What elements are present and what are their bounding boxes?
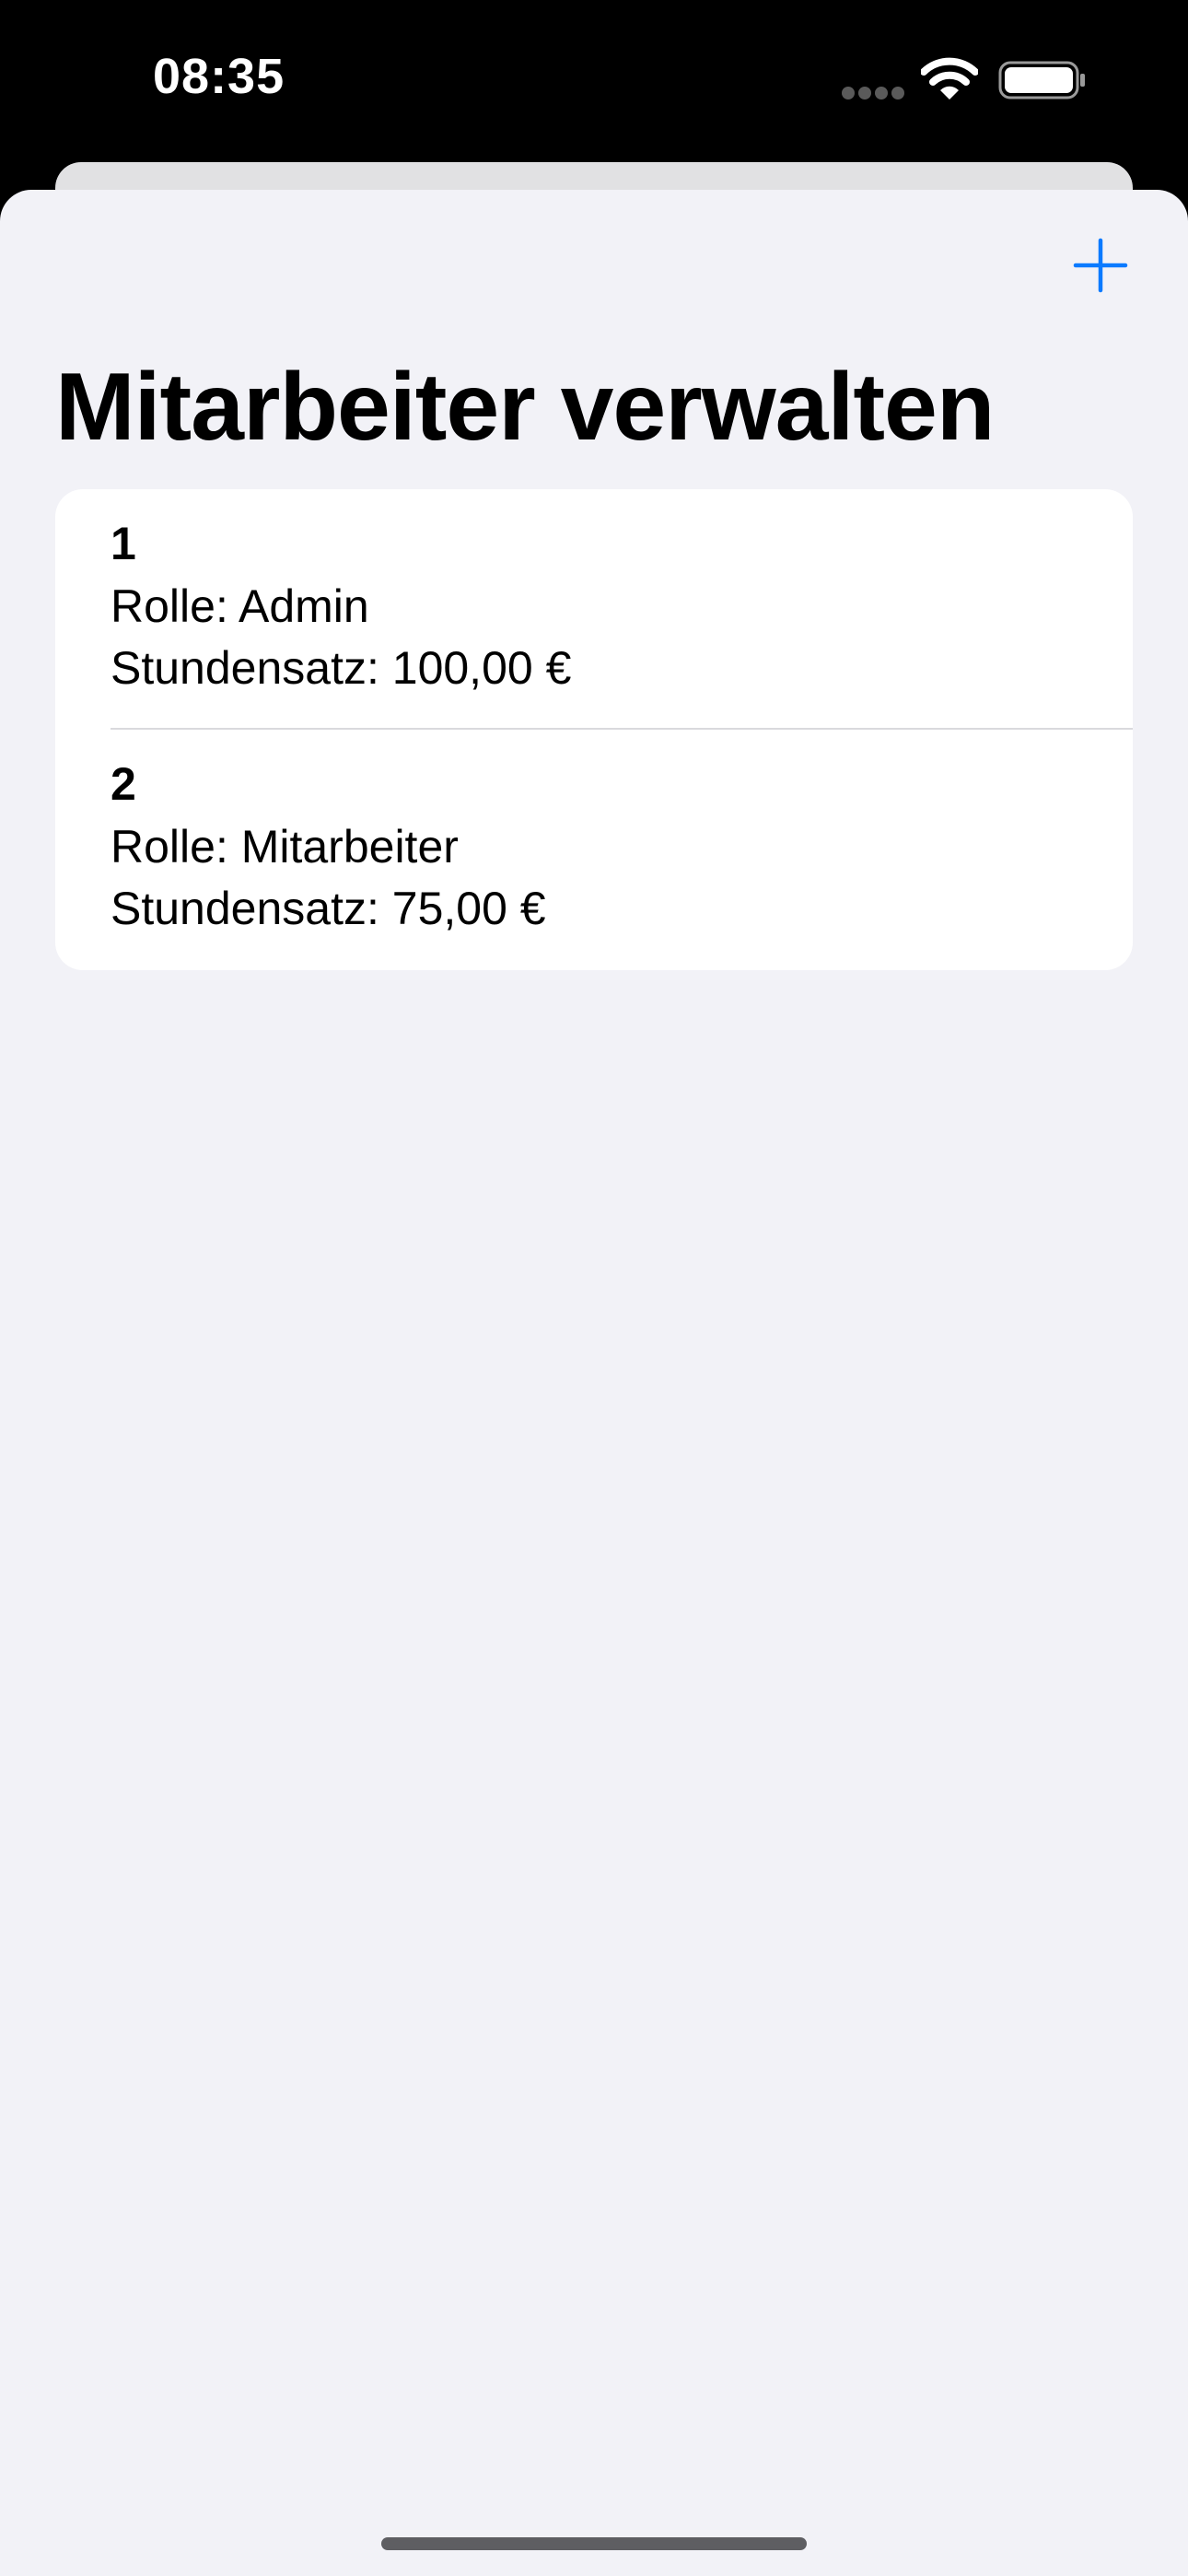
employee-row[interactable]: 1 Rolle: Admin Stundensatz: 100,00 € [55, 489, 1133, 729]
battery-icon [998, 61, 1085, 100]
employee-role: Rolle: Admin [111, 580, 369, 632]
employee-id: 2 [111, 758, 136, 810]
status-bar: 08:35 [0, 0, 1188, 166]
add-employee-button[interactable] [1072, 237, 1129, 294]
wifi-icon [921, 57, 978, 100]
status-time: 08:35 [153, 49, 285, 104]
page-title: Mitarbeiter verwalten [55, 354, 995, 461]
employee-row[interactable]: 2 Rolle: Mitarbeiter Stundensatz: 75,00 … [55, 730, 1133, 969]
plus-icon [1073, 238, 1128, 293]
home-indicator[interactable] [381, 2537, 807, 2550]
cellular-signal-icon [842, 87, 904, 100]
employee-id: 1 [111, 518, 136, 569]
employee-list: 1 Rolle: Admin Stundensatz: 100,00 € 2 R… [55, 489, 1133, 970]
employee-hourly-rate: Stundensatz: 75,00 € [111, 883, 546, 934]
employee-role: Rolle: Mitarbeiter [111, 821, 459, 872]
employee-hourly-rate: Stundensatz: 100,00 € [111, 642, 572, 694]
